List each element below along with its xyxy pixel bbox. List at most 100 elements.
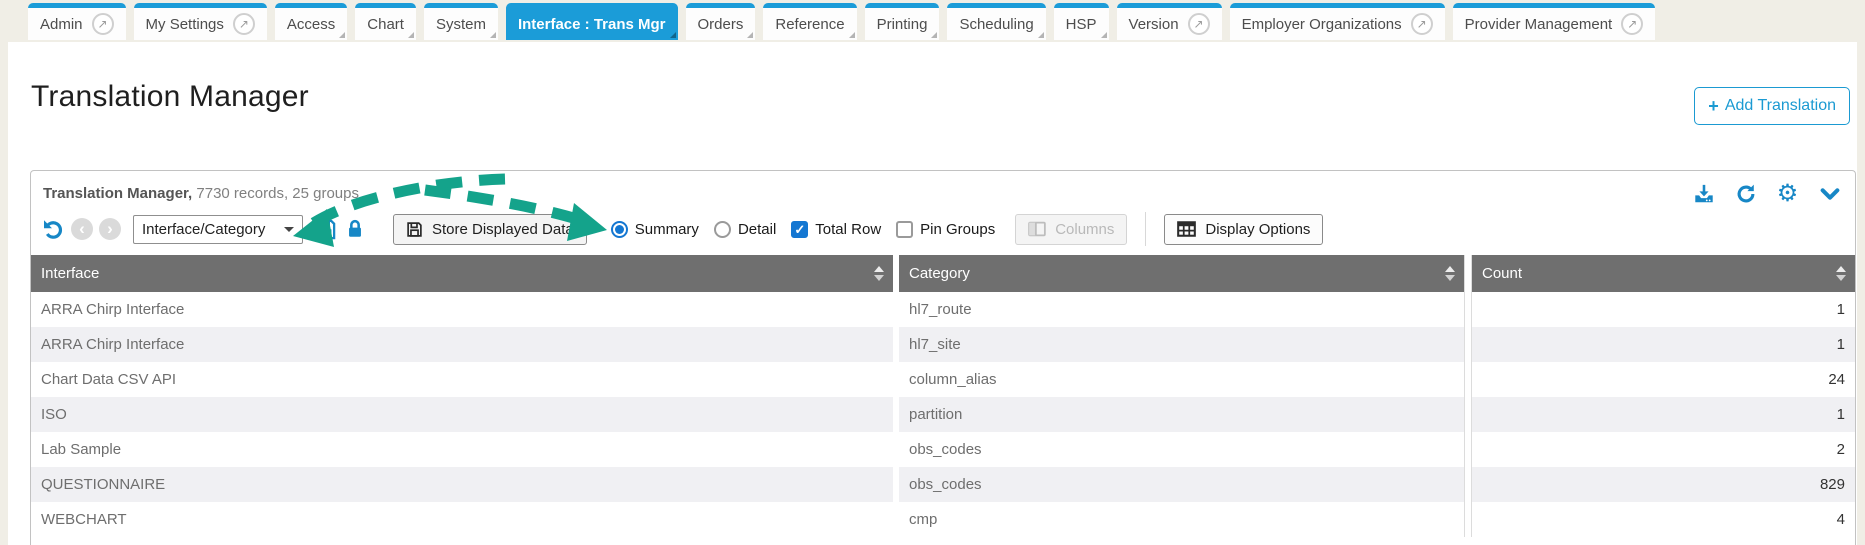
cell-count: 1 (1471, 327, 1855, 362)
columns-button: Columns (1015, 214, 1127, 245)
tab-chart[interactable]: Chart (355, 3, 416, 40)
tab-scheduling[interactable]: Scheduling (947, 3, 1045, 40)
tab-admin[interactable]: Admin ↗ (28, 3, 126, 40)
tab-interface-trans-mgr[interactable]: Interface : Trans Mgr (506, 3, 678, 40)
radio-unselected-icon (714, 221, 731, 238)
tab-label: Admin (40, 16, 83, 33)
total-row-label: Total Row (815, 221, 881, 238)
undo-icon[interactable] (41, 217, 65, 241)
tab-employer-organizations[interactable]: Employer Organizations ↗ (1230, 3, 1445, 40)
sort-icon[interactable] (1836, 266, 1846, 281)
column-header-label: Interface (41, 265, 99, 282)
table-header-row: Interface Category Count (31, 255, 1855, 292)
cell-interface: WEBCHART (31, 502, 893, 537)
cell-interface: Lab Sample (31, 432, 893, 467)
table-row[interactable]: ARRA Chirp Interface hl7_site 1 (31, 327, 1855, 362)
table-row[interactable]: WEBCHART cmp 4 (31, 502, 1855, 537)
tab-label: Scheduling (959, 16, 1033, 33)
history-back-button[interactable]: ‹ (71, 218, 93, 240)
summary-radio-label: Summary (635, 221, 699, 238)
display-options-button[interactable]: Display Options (1164, 214, 1323, 245)
table-row[interactable]: ISO partition 1 (31, 397, 1855, 432)
column-header-label: Count (1482, 265, 1522, 282)
table-row[interactable]: ARRA Chirp Interface hl7_route 1 (31, 292, 1855, 327)
pin-groups-label: Pin Groups (920, 221, 995, 238)
tab-label: Chart (367, 16, 404, 33)
checkbox-checked-icon: ✓ (791, 221, 808, 238)
cell-category: obs_codes (899, 432, 1465, 467)
column-header-interface[interactable]: Interface (31, 255, 893, 292)
sort-icon[interactable] (874, 266, 884, 281)
download-icon[interactable] (1692, 182, 1715, 205)
table-row[interactable]: Chart Data CSV API column_alias 24 (31, 362, 1855, 397)
column-header-count[interactable]: Count (1471, 255, 1855, 292)
lock-view-icon[interactable] (343, 217, 367, 241)
cell-category: hl7_route (899, 292, 1465, 327)
tab-printing[interactable]: Printing (865, 3, 940, 40)
tab-label: Version (1129, 16, 1179, 33)
cell-count: 1 (1471, 292, 1855, 327)
cell-category: column_alias (899, 362, 1465, 397)
add-translation-label: Add Translation (1725, 97, 1836, 115)
external-link-icon: ↗ (233, 13, 255, 35)
store-displayed-data-label: Store Displayed Data (432, 221, 574, 238)
tab-label: Interface : Trans Mgr (518, 16, 666, 33)
tab-my-settings[interactable]: My Settings ↗ (134, 3, 267, 40)
cell-count: 829 (1471, 467, 1855, 502)
cell-category: partition (899, 397, 1465, 432)
add-translation-button[interactable]: + Add Translation (1694, 87, 1850, 125)
table-row[interactable]: Lab Sample obs_codes 2 (31, 432, 1855, 467)
cell-interface: ARRA Chirp Interface (31, 327, 893, 362)
main-tab-bar: Admin ↗ My Settings ↗ Access Chart Syste… (0, 0, 1865, 42)
panel-header: Translation Manager, 7730 records, 25 gr… (31, 171, 1855, 209)
plus-icon: + (1708, 100, 1719, 112)
cell-category: obs_codes (899, 467, 1465, 502)
view-select-value: Interface/Category (142, 221, 265, 238)
display-options-label: Display Options (1205, 221, 1310, 238)
refresh-icon[interactable] (1734, 182, 1757, 205)
tab-label: HSP (1066, 16, 1097, 33)
tab-label: Orders (698, 16, 744, 33)
checkbox-unchecked-icon (896, 221, 913, 238)
tab-label: Access (287, 16, 335, 33)
tab-system[interactable]: System (424, 3, 498, 40)
cell-count: 4 (1471, 502, 1855, 537)
chevron-down-icon (284, 227, 294, 232)
cell-count: 24 (1471, 362, 1855, 397)
table-toolbar: ‹ › Interface/Category (31, 209, 1855, 255)
collapse-chevron-icon[interactable] (1818, 182, 1841, 205)
tab-access[interactable]: Access (275, 3, 347, 40)
page-title: Translation Manager (8, 42, 1857, 114)
cell-category: cmp (899, 502, 1465, 537)
column-header-category[interactable]: Category (899, 255, 1465, 292)
cell-interface: ARRA Chirp Interface (31, 292, 893, 327)
save-icon (406, 221, 423, 238)
total-row-checkbox[interactable]: ✓ Total Row (791, 221, 881, 238)
detail-radio[interactable]: Detail (714, 221, 776, 238)
tab-reference[interactable]: Reference (763, 3, 856, 40)
table-grid-icon (1177, 221, 1196, 237)
tab-label: Printing (877, 16, 928, 33)
tab-hsp[interactable]: HSP (1054, 3, 1109, 40)
tab-label: Employer Organizations (1242, 16, 1402, 33)
check-icon: ✓ (794, 223, 805, 236)
translation-manager-panel: Translation Manager, 7730 records, 25 gr… (30, 170, 1856, 545)
panel-action-icons: ⚙ (1692, 182, 1841, 205)
summary-radio[interactable]: Summary (611, 221, 699, 238)
tab-provider-management[interactable]: Provider Management ↗ (1453, 3, 1656, 40)
chevron-right-icon: › (107, 220, 113, 237)
table-row[interactable]: QUESTIONNAIRE obs_codes 829 (31, 467, 1855, 502)
tab-orders[interactable]: Orders (686, 3, 756, 40)
cell-interface: ISO (31, 397, 893, 432)
tab-label: Reference (775, 16, 844, 33)
store-displayed-data-button[interactable]: Store Displayed Data (393, 214, 587, 245)
radio-selected-icon (611, 221, 628, 238)
cell-count: 2 (1471, 432, 1855, 467)
tab-version[interactable]: Version ↗ (1117, 3, 1222, 40)
pin-groups-checkbox[interactable]: Pin Groups (896, 221, 995, 238)
view-select[interactable]: Interface/Category (133, 215, 303, 244)
save-view-icon[interactable] (313, 217, 337, 241)
history-forward-button[interactable]: › (99, 218, 121, 240)
gear-icon[interactable]: ⚙ (1776, 182, 1799, 205)
sort-icon[interactable] (1445, 266, 1455, 281)
